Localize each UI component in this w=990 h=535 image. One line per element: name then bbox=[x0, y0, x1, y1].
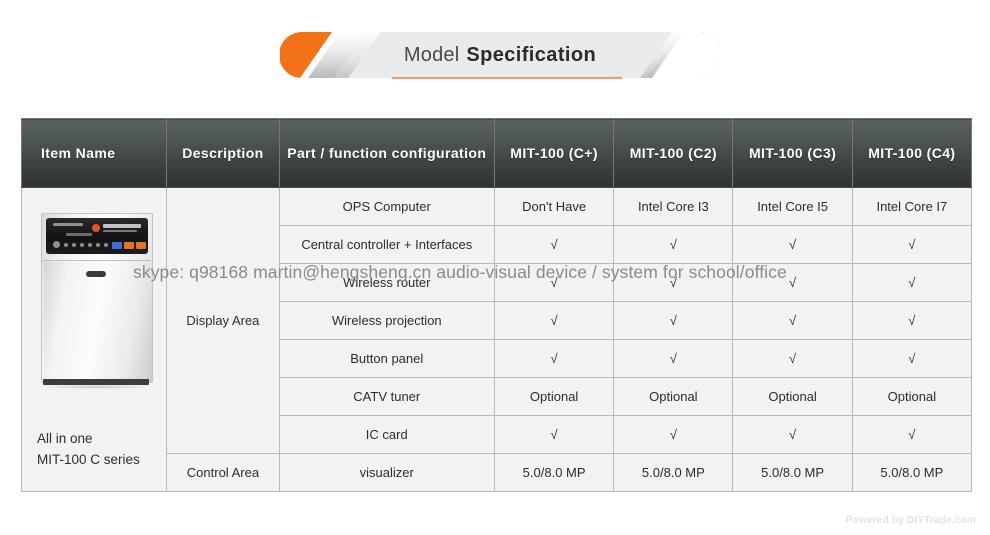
specification-table: Item Name Description Part / function co… bbox=[20, 118, 973, 492]
value-c3: √ bbox=[732, 225, 853, 264]
value-c3: 5.0/8.0 MP bbox=[732, 453, 853, 492]
header-description: Description bbox=[166, 118, 280, 188]
value-c4: √ bbox=[851, 301, 973, 340]
header-model-c3: MIT-100 (C3) bbox=[732, 118, 853, 188]
value-c3: Intel Core I5 bbox=[732, 187, 853, 226]
value-c3: √ bbox=[732, 415, 853, 454]
value-c4: √ bbox=[851, 263, 973, 302]
value-c-plus: Optional bbox=[493, 377, 615, 416]
value-c2: Intel Core I3 bbox=[613, 187, 734, 226]
banner-graphic bbox=[280, 32, 720, 80]
header-model-c-plus: MIT-100 (C+) bbox=[493, 118, 615, 188]
header-model-c4: MIT-100 (C4) bbox=[851, 118, 973, 188]
panel-button-orange-1 bbox=[124, 241, 134, 249]
value-c4: Optional bbox=[851, 377, 973, 416]
value-c2: √ bbox=[613, 301, 734, 340]
value-c2: √ bbox=[613, 225, 734, 264]
value-c-plus: 5.0/8.0 MP bbox=[493, 453, 615, 492]
value-c-plus: √ bbox=[493, 339, 615, 378]
page-banner: Model Specification bbox=[280, 30, 720, 86]
table-row: All in one MIT-100 C series Display Area… bbox=[20, 187, 973, 492]
part-label: Wireless projection bbox=[278, 301, 495, 340]
value-c-plus: √ bbox=[493, 301, 615, 340]
part-label: OPS Computer bbox=[278, 187, 495, 226]
value-c3: √ bbox=[732, 263, 853, 302]
item-name-cell: All in one MIT-100 C series bbox=[20, 187, 168, 492]
header-model-c2: MIT-100 (C2) bbox=[613, 118, 734, 188]
value-c4: 5.0/8.0 MP bbox=[851, 453, 973, 492]
item-name-line-1: All in one bbox=[37, 430, 93, 446]
panel-button-blue bbox=[112, 241, 122, 249]
value-c4: √ bbox=[851, 339, 973, 378]
value-c-plus: √ bbox=[493, 225, 615, 264]
value-c3: Optional bbox=[732, 377, 853, 416]
value-c2: 5.0/8.0 MP bbox=[613, 453, 734, 492]
part-label: CATV tuner bbox=[278, 377, 495, 416]
part-label: Wireless router bbox=[278, 263, 495, 302]
brand-logo-icon bbox=[92, 223, 100, 232]
control-panel bbox=[46, 217, 148, 254]
value-c3: √ bbox=[732, 339, 853, 378]
part-label: visualizer bbox=[278, 453, 495, 492]
item-name-label: All in one MIT-100 C series bbox=[37, 429, 140, 471]
part-label: IC card bbox=[278, 415, 495, 454]
product-image bbox=[41, 212, 153, 389]
value-c3: √ bbox=[732, 301, 853, 340]
door-handle-icon bbox=[86, 270, 106, 277]
value-c2: Optional bbox=[613, 377, 734, 416]
value-c4: √ bbox=[851, 225, 973, 264]
value-c2: √ bbox=[613, 415, 734, 454]
value-c2: √ bbox=[613, 339, 734, 378]
description-display-area: Display Area bbox=[166, 187, 280, 454]
item-name-line-2: MIT-100 C series bbox=[37, 451, 140, 467]
header-part-function: Part / function configuration bbox=[278, 118, 495, 188]
value-c-plus: √ bbox=[493, 415, 615, 454]
part-label: Central controller + Interfaces bbox=[278, 225, 495, 264]
description-control-area: Control Area bbox=[166, 453, 280, 492]
value-c4: Intel Core I7 bbox=[851, 187, 973, 226]
header-item-name: Item Name bbox=[20, 118, 168, 188]
panel-button-orange-2 bbox=[136, 241, 146, 249]
value-c2: √ bbox=[613, 263, 734, 302]
powered-by-credit: Powered by DIYTrade.com bbox=[845, 515, 976, 526]
table-header-row: Item Name Description Part / function co… bbox=[20, 118, 973, 188]
part-label: Button panel bbox=[278, 339, 495, 378]
value-c4: √ bbox=[851, 415, 973, 454]
value-c-plus: Don't Have bbox=[493, 187, 615, 226]
value-c-plus: √ bbox=[493, 263, 615, 302]
